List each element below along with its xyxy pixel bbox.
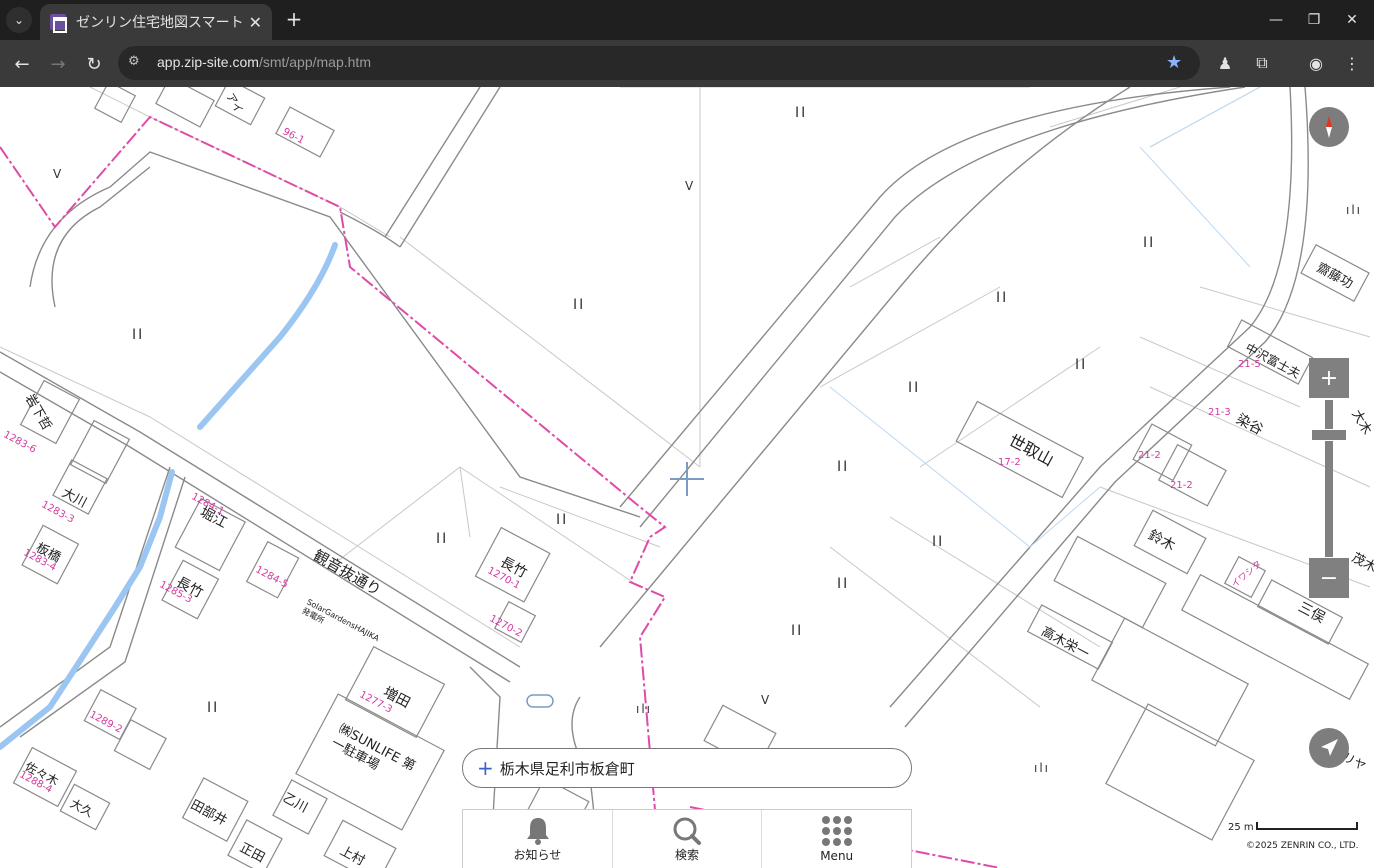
plus-icon: + <box>1319 365 1339 391</box>
browser-tab-bar: ⌄ ゼンリン住宅地図スマートフォン ✕ + — ❐ ✕ <box>0 0 1374 40</box>
field-symbol: II <box>556 512 569 528</box>
favicon-icon <box>50 14 67 33</box>
zoom-in-button[interactable]: + <box>1309 358 1349 398</box>
tab-active[interactable]: ゼンリン住宅地図スマートフォン ✕ <box>40 4 272 40</box>
tab-title: ゼンリン住宅地図スマートフォン <box>76 15 243 31</box>
current-location-button[interactable] <box>1309 728 1349 768</box>
grid-icon <box>822 816 853 846</box>
forward-button[interactable]: → <box>45 51 71 77</box>
bell-icon <box>527 818 549 845</box>
arrow-left-icon: ← <box>14 53 30 75</box>
reload-button[interactable]: ↻ <box>81 51 107 77</box>
new-tab-button[interactable]: + <box>282 7 306 31</box>
wasteland-symbol: V <box>761 693 772 707</box>
bottom-menu: お知らせ 検索 Menu <box>462 809 912 868</box>
field-symbol: II <box>1143 235 1156 251</box>
minimize-icon: — <box>1269 12 1283 28</box>
more-menu-icon[interactable]: ⋮ <box>1340 51 1364 75</box>
map-view[interactable]: II II II II II II II II II II II II II I… <box>0 87 1374 868</box>
plus-icon: + <box>477 756 494 780</box>
current-address: 栃木県足利市板倉町 <box>499 759 635 778</box>
lot-number: 17-2 <box>998 457 1021 468</box>
search-button[interactable]: 検索 <box>613 810 763 868</box>
menu-item-label: お知らせ <box>513 848 562 862</box>
compass-button[interactable] <box>1309 107 1349 147</box>
restore-icon: ❐ <box>1307 12 1321 28</box>
field-symbol: II <box>207 700 220 716</box>
field-symbol: II <box>837 576 850 592</box>
search-icon <box>673 817 701 845</box>
menu-button[interactable]: Menu <box>762 810 911 868</box>
field-symbol: II <box>1075 357 1088 373</box>
bookmark-star-icon[interactable]: ★ <box>1166 52 1182 73</box>
url-text: app.zip-site.com/smt/app/map.htm <box>157 54 371 70</box>
orchard-symbol: ılı <box>1346 203 1363 217</box>
scale-bar <box>1256 822 1358 830</box>
restore-button[interactable]: ❐ <box>1302 8 1326 32</box>
field-symbol: II <box>436 531 449 547</box>
zoom-slider-handle[interactable] <box>1311 429 1347 441</box>
plus-icon: + <box>285 7 303 31</box>
extensions-puzzle-icon[interactable]: ⧉ <box>1250 51 1274 75</box>
field-symbol: II <box>132 327 145 343</box>
menu-item-label: Menu <box>820 849 854 863</box>
wasteland-symbol: V <box>685 179 696 193</box>
browser-toolbar: ← → ↻ ⚙ app.zip-site.com/smt/app/map.htm… <box>0 40 1374 87</box>
close-icon: ✕ <box>1346 12 1358 28</box>
reload-icon: ↻ <box>86 53 102 75</box>
orchard-symbol: ılı <box>1034 761 1051 775</box>
zoom-slider-track[interactable] <box>1325 400 1333 557</box>
lot-number: 21-2 <box>1170 480 1193 491</box>
copyright-text: ©2025 ZENRIN CO., LTD. <box>1246 841 1359 851</box>
lot-number: 21-2 <box>1138 450 1161 461</box>
orchard-symbol: ılı <box>636 702 653 716</box>
navigation-arrow-icon <box>1321 739 1338 756</box>
lot-number: 21-5 <box>1238 359 1261 370</box>
wasteland-symbol: V <box>53 167 64 181</box>
field-symbol: II <box>837 459 850 475</box>
tab-search-button[interactable]: ⌄ <box>6 7 32 33</box>
scale-label: 25 m <box>1228 822 1254 833</box>
field-symbol: II <box>908 380 921 396</box>
url-host: app.zip-site.com <box>157 54 259 70</box>
menu-item-label: 検索 <box>675 848 700 862</box>
arrow-right-icon: → <box>50 53 66 75</box>
field-symbol: II <box>932 534 945 550</box>
field-symbol: II <box>795 105 808 121</box>
field-symbol: II <box>573 297 586 313</box>
address-bar[interactable]: ⚙ app.zip-site.com/smt/app/map.htm ★ <box>118 46 1200 80</box>
field-symbol: II <box>996 290 1009 306</box>
zoom-out-button[interactable]: − <box>1309 558 1349 598</box>
lot-number: 21-3 <box>1208 407 1231 418</box>
field-symbol: II <box>791 623 804 639</box>
map-center-crosshair <box>670 462 704 496</box>
close-window-button[interactable]: ✕ <box>1340 8 1364 32</box>
address-search-bar[interactable]: + 栃木県足利市板倉町 <box>462 748 912 788</box>
chevron-down-icon: ⌄ <box>13 13 25 27</box>
profile-icon[interactable]: ◉ <box>1304 51 1328 75</box>
close-icon[interactable]: ✕ <box>249 13 262 32</box>
notifications-button[interactable]: お知らせ <box>463 810 613 868</box>
back-button[interactable]: ← <box>9 51 35 77</box>
url-path: /smt/app/map.htm <box>258 54 371 70</box>
minimize-button[interactable]: — <box>1264 8 1288 32</box>
extension-icon[interactable]: ♟ <box>1213 51 1237 75</box>
minus-icon: − <box>1319 565 1339 591</box>
site-info-icon[interactable]: ⚙ <box>128 54 148 72</box>
